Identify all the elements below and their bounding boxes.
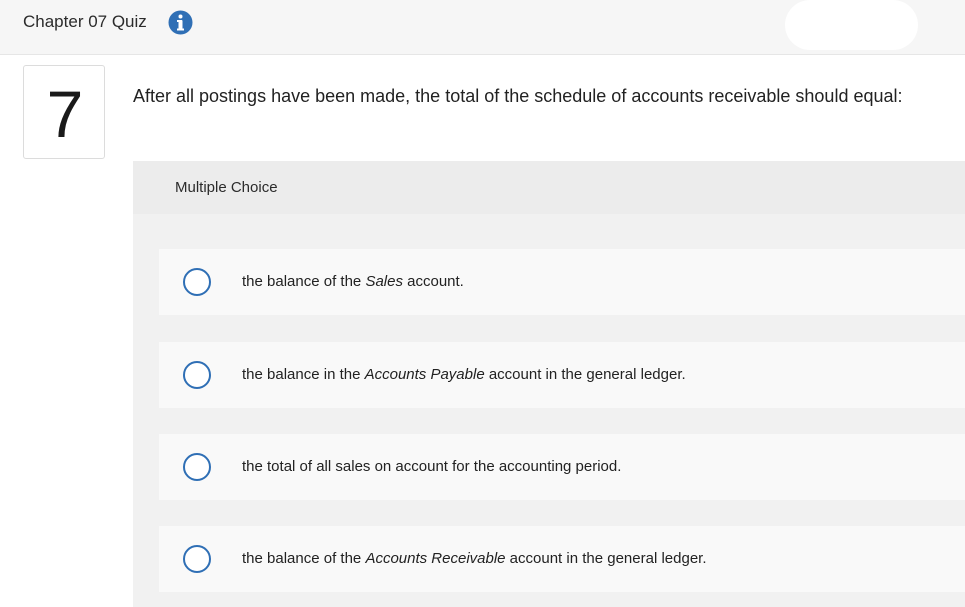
header-action-area[interactable]: [785, 0, 918, 50]
answer-option-4[interactable]: the balance of the Accounts Receivable a…: [159, 526, 965, 592]
answer-option-2[interactable]: the balance in the Accounts Payable acco…: [159, 342, 965, 408]
info-icon[interactable]: [168, 10, 193, 35]
quiz-header: Chapter 07 Quiz: [0, 0, 965, 55]
question-number-box: 7: [23, 65, 105, 159]
choice-list: the balance of the Sales account. the ba…: [133, 214, 965, 607]
answer-option-1[interactable]: the balance of the Sales account.: [159, 249, 965, 315]
answer-option-text: the total of all sales on account for th…: [242, 458, 622, 475]
radio-button[interactable]: [183, 545, 211, 573]
choice-panel-header: Multiple Choice: [133, 161, 965, 214]
radio-button[interactable]: [183, 361, 211, 389]
radio-button[interactable]: [183, 268, 211, 296]
multiple-choice-panel: Multiple Choice the balance of the Sales…: [133, 161, 965, 607]
answer-option-text: the balance in the Accounts Payable acco…: [242, 366, 686, 383]
question-number: 7: [46, 77, 84, 151]
quiz-title: Chapter 07 Quiz: [23, 12, 147, 31]
answer-option-text: the balance of the Sales account.: [242, 273, 464, 290]
question-prompt: After all postings have been made, the t…: [133, 86, 903, 106]
radio-button[interactable]: [183, 453, 211, 481]
answer-option-3[interactable]: the total of all sales on account for th…: [159, 434, 965, 500]
question-type-label: Multiple Choice: [175, 179, 278, 196]
answer-option-text: the balance of the Accounts Receivable a…: [242, 550, 707, 567]
